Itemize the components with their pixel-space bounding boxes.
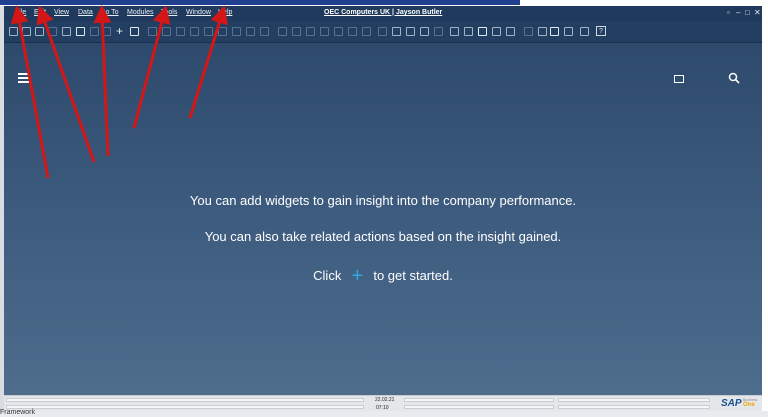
add-widget-icon[interactable]	[674, 75, 684, 83]
menu-window[interactable]: Window	[186, 9, 211, 16]
menu-modules[interactable]: Modules	[127, 9, 153, 16]
query-manager-icon[interactable]	[464, 27, 473, 36]
status-field	[404, 405, 554, 409]
hamburger-menu-icon[interactable]	[18, 73, 30, 83]
add-widget-plus-icon[interactable]: +	[348, 265, 366, 288]
get-started-label: to get started.	[373, 268, 453, 283]
last-record-icon[interactable]	[218, 27, 227, 36]
layout-designer-icon[interactable]	[450, 27, 459, 36]
edit-icon[interactable]	[564, 27, 573, 36]
export-excel-icon[interactable]	[90, 27, 99, 36]
add-icon[interactable]: +	[116, 25, 123, 37]
window-title: OEC Computers UK | Jayson Butler	[324, 9, 443, 16]
export-word-icon[interactable]	[102, 27, 111, 36]
menu-tools[interactable]: Tools	[161, 9, 177, 16]
maximize-icon[interactable]: □	[745, 8, 750, 17]
document-settings-icon[interactable]	[392, 27, 401, 36]
next-record-icon[interactable]	[204, 27, 213, 36]
background-window-label: Framework	[0, 409, 36, 416]
status-field	[6, 398, 364, 402]
previous-record-icon[interactable]	[190, 27, 199, 36]
print-icon[interactable]	[22, 27, 31, 36]
info-message-widgets: You can add widgets to gain insight into…	[189, 193, 577, 208]
menu-view[interactable]: View	[54, 9, 69, 16]
pick-list-icon[interactable]	[492, 27, 501, 36]
restore-icon[interactable]: ▫	[727, 8, 730, 17]
search-icon[interactable]	[728, 72, 740, 84]
status-date: 22.02.21	[375, 397, 395, 403]
menu-bar: File Edit View Data Go To Modules Tools …	[4, 6, 762, 21]
user-icon[interactable]	[506, 27, 515, 36]
right-frame	[762, 6, 768, 411]
email-icon[interactable]	[35, 27, 44, 36]
bottom-strip	[0, 411, 768, 417]
status-field	[558, 405, 710, 409]
volume-weight-icon[interactable]	[434, 27, 443, 36]
menu-data[interactable]: Data	[78, 9, 93, 16]
gross-profit-icon[interactable]	[334, 27, 343, 36]
sms-icon[interactable]	[48, 27, 57, 36]
get-started-message: Click + to get started.	[4, 265, 762, 288]
menu-help[interactable]: Help	[218, 9, 232, 16]
info-message-actions: You can also take related actions based …	[204, 229, 562, 244]
help-icon[interactable]: ?	[596, 26, 606, 36]
click-label: Click	[313, 268, 342, 283]
widgets-icon[interactable]	[478, 27, 487, 36]
target-document-icon[interactable]	[292, 27, 301, 36]
menu-edit[interactable]: Edit	[34, 9, 46, 16]
menu-go-to[interactable]: Go To	[100, 9, 119, 16]
duplicate-icon[interactable]	[162, 27, 171, 36]
status-field	[558, 398, 710, 402]
print-preview-icon[interactable]	[9, 27, 18, 36]
zoom-icon[interactable]	[320, 27, 329, 36]
lock-screen-icon[interactable]	[524, 27, 533, 36]
filter-icon[interactable]	[246, 27, 255, 36]
status-field	[6, 405, 364, 409]
first-record-icon[interactable]	[176, 27, 185, 36]
payment-means-icon[interactable]	[362, 27, 371, 36]
chat-icon[interactable]	[580, 27, 589, 36]
journal-icon[interactable]	[306, 27, 315, 36]
base-document-icon[interactable]	[278, 27, 287, 36]
menu-file[interactable]: File	[15, 9, 26, 16]
minimize-icon[interactable]: –	[736, 8, 740, 17]
app-window: File Edit View Data Go To Modules Tools …	[4, 6, 762, 411]
messages-icon[interactable]	[406, 27, 415, 36]
cockpit-icon[interactable]	[538, 27, 547, 36]
top-blue-bar	[0, 0, 520, 5]
calendar-icon[interactable]	[420, 27, 429, 36]
relationship-map-icon[interactable]	[348, 27, 357, 36]
status-field	[404, 398, 554, 402]
sap-business-one-logo: SAP Business One	[721, 398, 758, 409]
customize-icon[interactable]	[550, 27, 559, 36]
toolbar: + ?	[4, 21, 762, 43]
form-settings-icon[interactable]	[378, 27, 387, 36]
fax-icon[interactable]	[62, 27, 71, 36]
refresh-icon[interactable]	[232, 27, 241, 36]
sort-icon[interactable]	[260, 27, 269, 36]
status-bar: 22.02.21 07:10 SAP Business One	[4, 395, 762, 411]
export-pdf-icon[interactable]	[76, 27, 85, 36]
close-icon[interactable]: ✕	[754, 8, 761, 17]
cockpit-content: You can add widgets to gain insight into…	[4, 43, 762, 395]
add-record-icon[interactable]	[148, 27, 157, 36]
find-icon[interactable]	[130, 27, 139, 36]
